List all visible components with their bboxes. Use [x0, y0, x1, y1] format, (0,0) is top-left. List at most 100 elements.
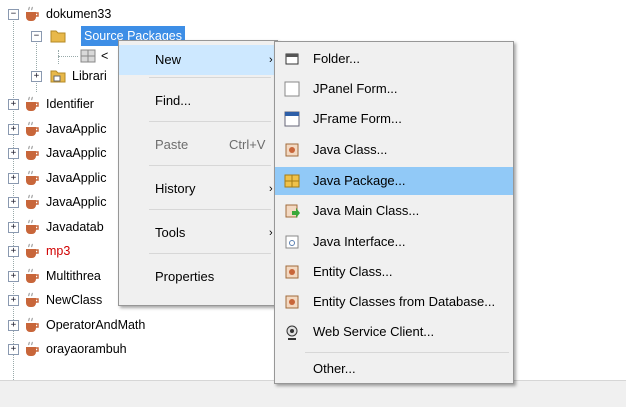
- java-project-icon: [26, 6, 39, 21]
- menu-item-label: Paste: [155, 137, 189, 152]
- expand-icon[interactable]: +: [8, 99, 19, 110]
- expand-icon[interactable]: +: [8, 295, 19, 306]
- submenu-item-label: Folder...: [313, 51, 360, 66]
- expand-icon[interactable]: +: [8, 344, 19, 355]
- horizontal-scrollbar[interactable]: [0, 380, 626, 407]
- submenu-item-label: JFrame Form...: [313, 111, 402, 126]
- submenu-item-jpanel-form[interactable]: JPanel Form...: [275, 75, 513, 103]
- menu-item-find[interactable]: Find...: [119, 86, 277, 116]
- source-packages-folder-icon: [50, 30, 66, 43]
- tree-row-project[interactable]: + NewClass: [0, 290, 120, 310]
- submenu-item-jframe-form[interactable]: JFrame Form...: [275, 105, 513, 133]
- menu-item-tools[interactable]: Tools ›: [119, 218, 277, 248]
- submenu-item-label: Java Main Class...: [313, 203, 420, 218]
- expand-icon[interactable]: +: [8, 319, 19, 331]
- submenu-item-label: Java Interface...: [313, 234, 406, 249]
- submenu-arrow-icon: ›: [269, 227, 273, 239]
- java-project-icon: [26, 268, 39, 283]
- java-interface-icon: [285, 235, 299, 249]
- tree-row-project[interactable]: + JavaApplic: [0, 168, 120, 188]
- tree-item-label: Javadatab: [46, 219, 104, 234]
- tree-row-project[interactable]: + Javadatab: [0, 217, 120, 237]
- tree-item-label: JavaApplic: [46, 121, 107, 136]
- tree-row-project[interactable]: + Multithrea: [0, 266, 120, 286]
- tree-row-project[interactable]: − dokumen33: [0, 4, 120, 24]
- submenu-item-java-class[interactable]: Java Class...: [275, 136, 513, 164]
- java-project-icon: [26, 145, 39, 160]
- expand-icon[interactable]: +: [8, 221, 19, 233]
- submenu-item-java-package[interactable]: Java Package...: [275, 167, 513, 195]
- expand-icon[interactable]: +: [8, 148, 19, 159]
- menu-item-label: Find...: [155, 93, 192, 108]
- expand-icon[interactable]: +: [31, 71, 42, 82]
- expand-icon[interactable]: +: [8, 123, 19, 135]
- submenu-item-label: Java Class...: [313, 142, 388, 157]
- submenu-item-folder[interactable]: Folder...: [275, 45, 513, 73]
- expand-icon[interactable]: +: [8, 172, 19, 184]
- menu-item-new[interactable]: New ›: [119, 45, 277, 75]
- submenu-item-label: Other...: [313, 361, 356, 376]
- jpanel-form-icon: [284, 81, 300, 97]
- submenu-item-java-main-class[interactable]: Java Main Class...: [275, 197, 513, 225]
- tree-row-project[interactable]: + JavaApplic: [0, 143, 120, 163]
- menu-item-label: Properties: [155, 269, 215, 284]
- tree-item-label: Librari: [72, 69, 107, 83]
- java-project-icon: [26, 170, 39, 185]
- submenu-arrow-icon: ›: [269, 54, 273, 66]
- menu-item-label: New: [155, 52, 182, 67]
- collapse-icon[interactable]: −: [31, 31, 42, 42]
- submenu-item-other[interactable]: Other...: [275, 355, 513, 383]
- java-project-icon: [26, 96, 39, 111]
- tree-row-project[interactable]: + JavaApplic: [0, 119, 120, 139]
- folder-icon: [285, 53, 299, 65]
- context-menu: New › Find... Paste Ctrl+V History › Too…: [118, 40, 278, 306]
- tree-row-libraries[interactable]: + Librari: [0, 66, 120, 86]
- tree-item-label: OperatorAndMath: [46, 317, 146, 332]
- tree-row-project[interactable]: + orayaorambuh: [0, 339, 127, 359]
- tree-item-label: Identifier: [46, 97, 94, 111]
- tree-item-label: NewClass: [46, 293, 103, 307]
- submenu-item-label: JPanel Form...: [313, 81, 398, 96]
- java-project-icon: [26, 194, 39, 209]
- java-project-icon: [26, 317, 39, 332]
- menu-item-paste[interactable]: Paste Ctrl+V: [119, 130, 277, 160]
- java-project-icon: [26, 243, 39, 258]
- tree-guide-line: [58, 56, 78, 57]
- java-project-icon: [26, 121, 39, 136]
- tree-row-default-package[interactable]: <: [0, 46, 120, 66]
- menu-item-properties[interactable]: Properties: [119, 262, 277, 292]
- expand-icon[interactable]: +: [8, 197, 19, 208]
- new-submenu: Folder... JPanel Form... JFrame Form... …: [274, 41, 514, 384]
- submenu-item-label: Java Package...: [313, 173, 406, 188]
- menu-item-label: History: [155, 181, 196, 196]
- entity-classes-db-icon: [285, 295, 299, 309]
- submenu-item-entity-classes-from-database[interactable]: Entity Classes from Database...: [275, 288, 513, 316]
- submenu-item-entity-class[interactable]: Entity Class...: [275, 258, 513, 286]
- menu-item-history[interactable]: History ›: [119, 174, 277, 204]
- menu-item-shortcut: Ctrl+V: [229, 137, 266, 152]
- tree-row-project[interactable]: + mp3: [0, 241, 120, 261]
- menu-separator: [149, 121, 271, 122]
- submenu-item-java-interface[interactable]: Java Interface...: [275, 228, 513, 256]
- tree-item-label: JavaApplic: [46, 146, 107, 160]
- java-project-icon: [26, 292, 39, 307]
- menu-separator: [149, 209, 271, 210]
- menu-item-label: Tools: [155, 225, 186, 240]
- tree-item-label: orayaorambuh: [46, 342, 127, 356]
- tree-item-label: dokumen33: [46, 7, 112, 21]
- tree-row-project[interactable]: + Identifier: [0, 94, 120, 114]
- expand-icon[interactable]: +: [8, 270, 19, 282]
- menu-separator: [149, 77, 271, 78]
- tree-row-project[interactable]: + JavaApplic: [0, 192, 120, 212]
- submenu-item-label: Entity Classes from Database...: [313, 294, 496, 309]
- tree-item-label: mp3: [46, 244, 71, 258]
- libraries-folder-icon: [50, 70, 66, 83]
- tree-row-project[interactable]: + OperatorAndMath: [0, 315, 145, 335]
- collapse-icon[interactable]: −: [8, 9, 19, 20]
- menu-separator: [149, 165, 271, 166]
- tree-item-label: Multithrea: [46, 268, 101, 283]
- expand-icon[interactable]: +: [8, 246, 19, 257]
- submenu-separator: [305, 352, 509, 353]
- submenu-item-web-service-client[interactable]: Web Service Client...: [275, 318, 513, 346]
- tree-item-label: JavaApplic: [46, 195, 107, 209]
